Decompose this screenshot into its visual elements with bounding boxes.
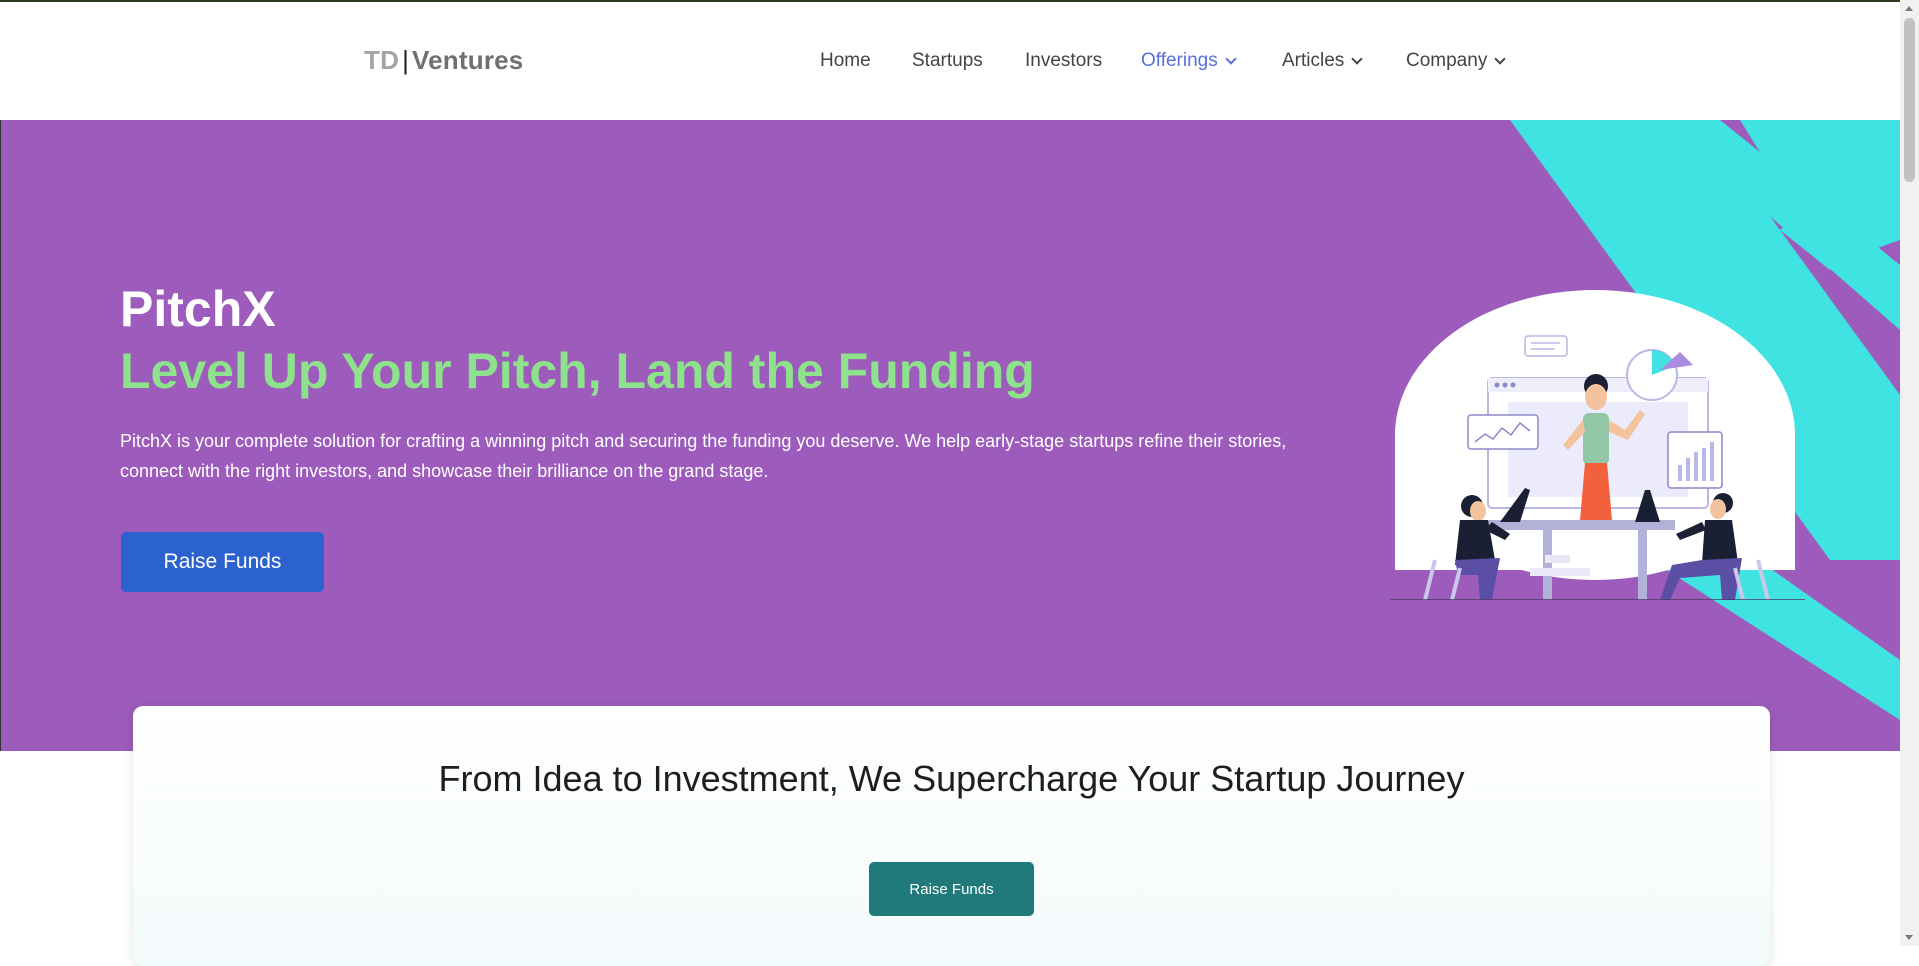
site-logo[interactable]: TD | Ventures	[364, 45, 523, 76]
nav-company[interactable]: Company	[1406, 50, 1506, 72]
scroll-up-arrow-icon[interactable]	[1905, 6, 1913, 11]
hero-description: PitchX is your complete solution for cra…	[120, 431, 1287, 481]
logo-ventures: Ventures	[412, 45, 524, 75]
nav-home-label: Home	[820, 50, 871, 71]
logo-td: TD	[364, 45, 400, 75]
hero-left-border	[0, 120, 1, 751]
site-header: TD | Ventures Home Startups Investors Offe…	[0, 2, 1900, 120]
page-scrollbar[interactable]	[1900, 0, 1919, 946]
nav-company-label: Company	[1406, 50, 1488, 71]
journey-title: From Idea to Investment, We Supercharge …	[438, 758, 1465, 799]
team-meeting-illustration	[1390, 290, 1805, 600]
presenter-skirt	[1580, 463, 1612, 520]
journey-card: From Idea to Investment, We Supercharge …	[133, 706, 1770, 966]
hero-subtitle: Level Up Your Pitch, Land the Funding	[120, 343, 1035, 399]
man-torso	[1702, 520, 1738, 563]
nav-startups-label: Startups	[912, 50, 983, 71]
woman-legs	[1455, 558, 1500, 600]
nav-home[interactable]: Home	[820, 50, 871, 72]
raise-funds-button[interactable]: Raise Funds	[121, 532, 324, 592]
presenter-face	[1585, 384, 1607, 410]
scroll-down-arrow-icon[interactable]	[1905, 935, 1913, 940]
line-chart-card	[1467, 414, 1539, 450]
logo-separator: |	[402, 45, 410, 75]
chevron-down-icon	[1494, 52, 1506, 65]
nav-offerings[interactable]: Offerings	[1141, 50, 1237, 72]
nav-investors[interactable]: Investors	[1025, 50, 1102, 72]
scrollbar-thumb[interactable]	[1904, 18, 1915, 182]
nav-articles-label: Articles	[1282, 50, 1345, 71]
nav-startups[interactable]: Startups	[912, 50, 983, 72]
nav-offerings-label: Offerings	[1141, 50, 1218, 71]
hero-section: PitchX Level Up Your Pitch, Land the Fun…	[0, 120, 1900, 751]
nav-investors-label: Investors	[1025, 50, 1103, 71]
chevron-down-icon	[1225, 52, 1237, 65]
chat-bubble-icon	[1524, 335, 1568, 357]
hero-title: PitchX	[120, 281, 276, 337]
raise-funds-secondary-button[interactable]: Raise Funds	[869, 862, 1034, 916]
presenter-shirt	[1583, 413, 1609, 465]
nav-articles[interactable]: Articles	[1282, 50, 1363, 72]
chevron-down-icon	[1351, 52, 1363, 65]
